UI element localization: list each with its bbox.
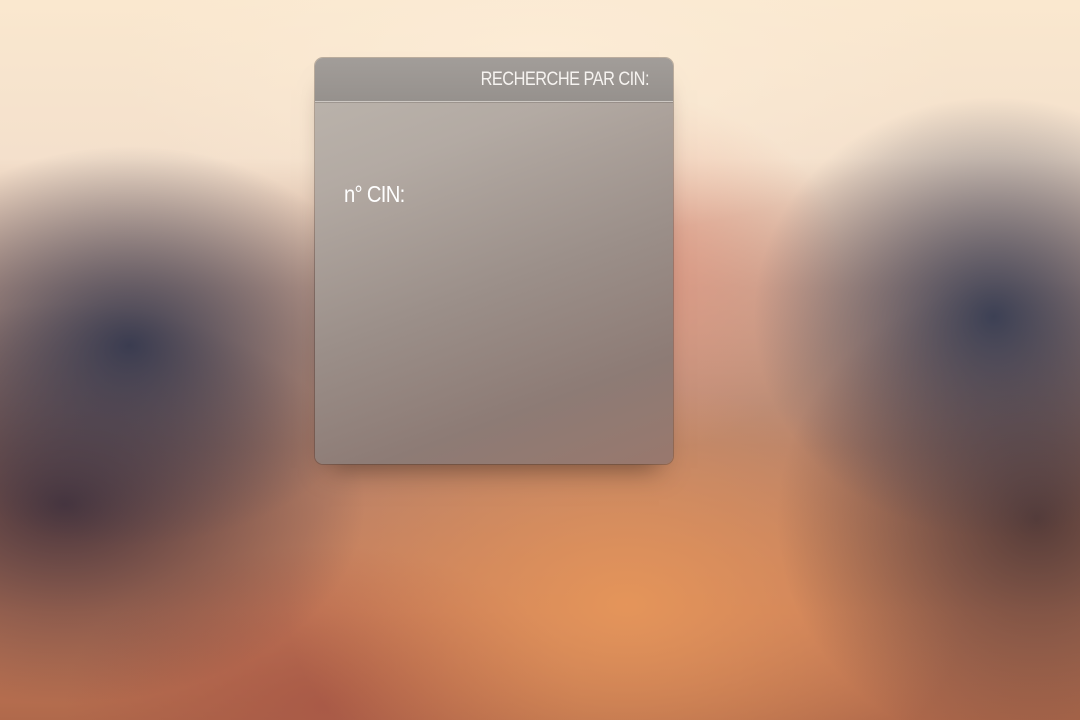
panel-body: n° CIN:: [315, 102, 673, 464]
panel-title: RECHERCHE PAR CIN:: [480, 69, 650, 90]
panel-header: RECHERCHE PAR CIN:: [315, 58, 673, 102]
cin-field-label: n° CIN:: [344, 181, 405, 207]
search-panel: RECHERCHE PAR CIN: n° CIN:: [315, 58, 673, 464]
